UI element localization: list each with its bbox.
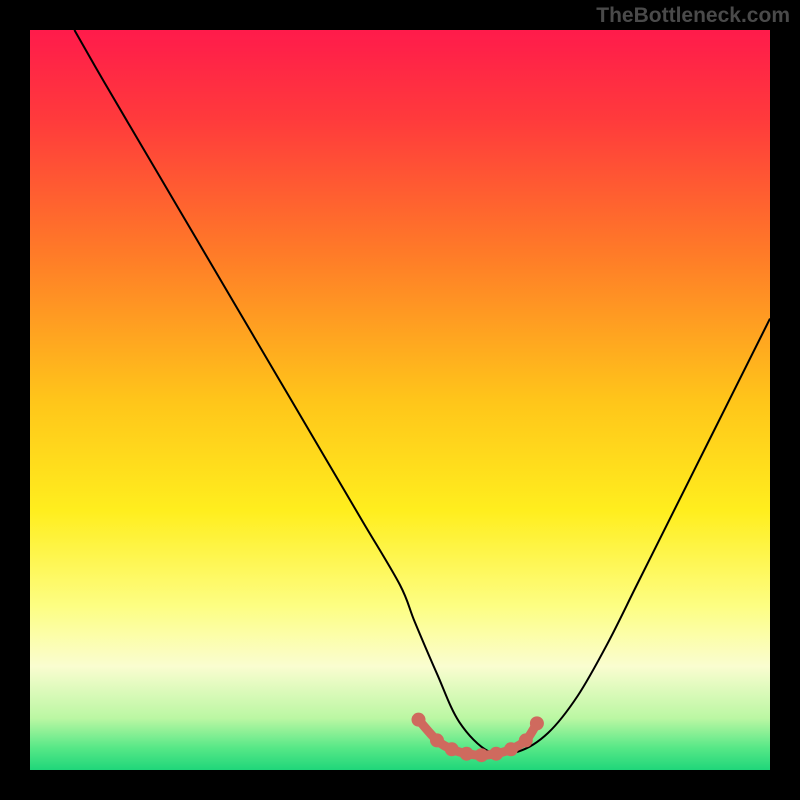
watermark-text: TheBottleneck.com [596, 4, 790, 28]
chart-background [30, 30, 770, 770]
trough-dot [430, 733, 444, 747]
trough-dot [412, 713, 426, 727]
trough-dot [445, 742, 459, 756]
trough-dot [530, 716, 544, 730]
trough-dot [489, 747, 503, 761]
trough-dot [504, 742, 518, 756]
trough-dot [519, 733, 533, 747]
trough-dot [474, 748, 488, 762]
trough-dot [460, 747, 474, 761]
bottleneck-chart [0, 0, 800, 800]
